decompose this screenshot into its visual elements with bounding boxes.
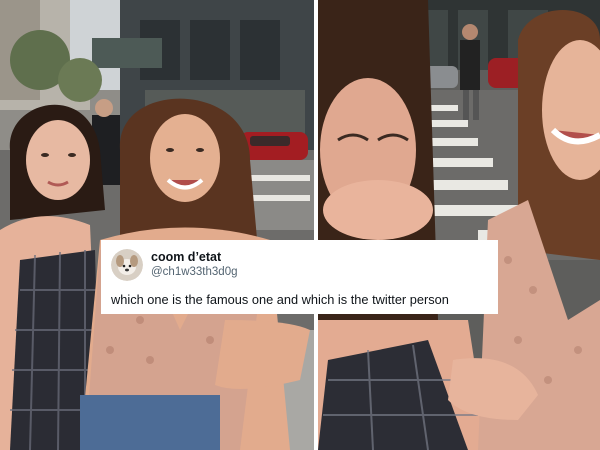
photo-left [0, 0, 314, 450]
street-photo-left [0, 0, 314, 450]
street-photo-right [318, 0, 600, 450]
photo-right [318, 0, 600, 450]
tweet-header: coom d’etat @ch1w33th3d0g [111, 248, 486, 282]
display-name[interactable]: coom d’etat [151, 250, 238, 265]
user-handle[interactable]: @ch1w33th3d0g [151, 265, 238, 280]
tweet-author: coom d’etat @ch1w33th3d0g [151, 250, 238, 280]
dog-avatar-icon[interactable] [111, 249, 143, 281]
tweet-text: which one is the famous one and which is… [111, 292, 449, 307]
tweet-card[interactable]: coom d’etat @ch1w33th3d0g which one is t… [101, 240, 498, 314]
